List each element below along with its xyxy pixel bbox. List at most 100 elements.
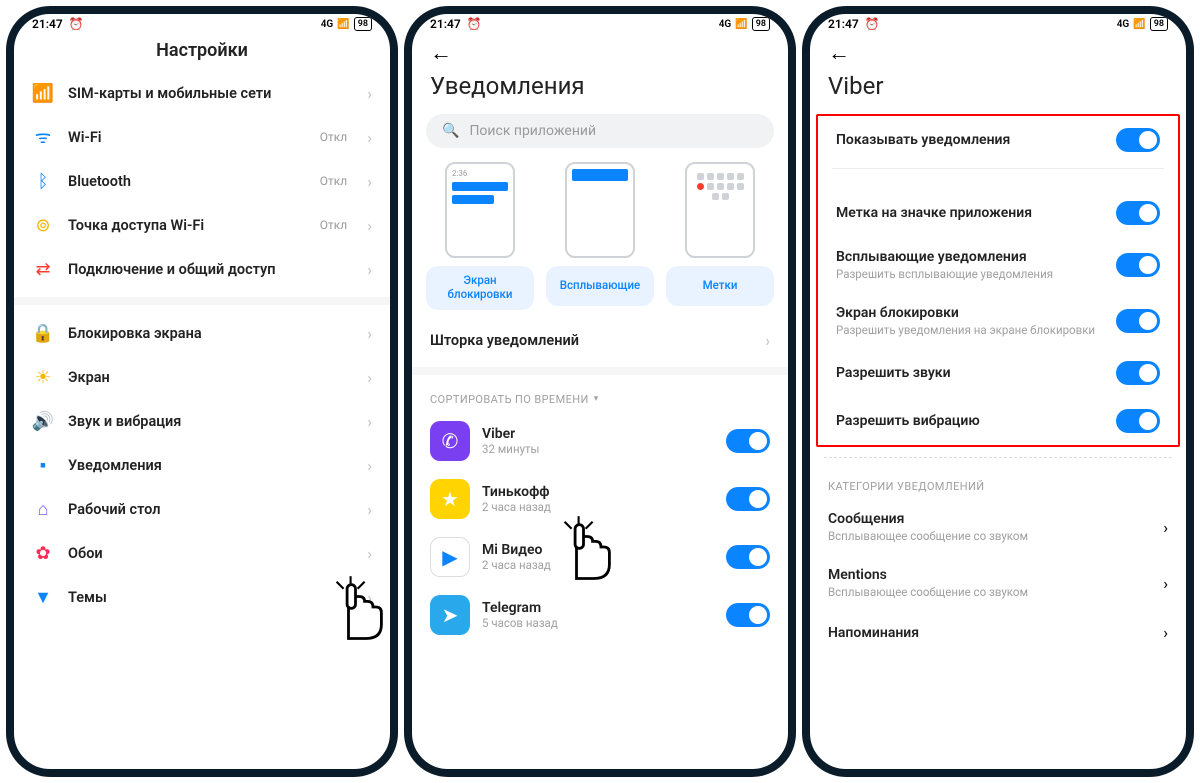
settings-row[interactable]: ✿Обои› <box>14 531 390 575</box>
settings-row[interactable]: ☀ Экран › <box>14 355 390 399</box>
toggle-switch[interactable] <box>1116 201 1160 225</box>
toggle-switch[interactable] <box>726 429 770 453</box>
row-icon: ▼ <box>32 586 54 608</box>
preview-floating[interactable]: Всплывающие <box>546 162 654 310</box>
row-label: Обои <box>68 545 353 562</box>
highlighted-region: Показывать уведомления Метка на значке пр… <box>816 114 1180 447</box>
back-button[interactable]: ← <box>430 41 452 66</box>
setting-row[interactable]: Всплывающие уведомленияРазрешить всплыва… <box>818 237 1178 293</box>
settings-row[interactable]: ⌂Рабочий стол› <box>14 487 390 531</box>
row-icon: ☀ <box>32 366 54 388</box>
toggle-switch[interactable] <box>726 487 770 511</box>
app-row[interactable]: ★Тинькофф2 часа назад <box>412 470 788 528</box>
row-label: Экран <box>68 369 353 386</box>
app-row[interactable]: ▶ Mi Видео2 часа назад <box>412 528 788 586</box>
alarm-icon: ⏰ <box>69 17 84 31</box>
settings-row[interactable]: 🔒Блокировка экрана› <box>14 311 390 355</box>
app-name: Mi Видео <box>482 542 714 558</box>
toggle-switch[interactable] <box>1116 253 1160 277</box>
settings-row[interactable]: ᛒBluetoothОткл› <box>14 159 390 203</box>
row-icon: ᛒ <box>32 170 54 192</box>
row-label: Рабочий стол <box>68 501 353 518</box>
toggle-switch[interactable] <box>1116 361 1160 385</box>
category-title: Напоминания <box>828 625 1151 641</box>
settings-row[interactable]: ▪Уведомления› <box>14 443 390 487</box>
chevron-right-icon: › <box>367 216 372 235</box>
toggle-switch[interactable] <box>1116 309 1160 333</box>
setting-row[interactable]: Экран блокировкиРазрешить уведомления на… <box>818 293 1178 349</box>
category-subtitle: Всплывающее сообщение со звуком <box>828 585 1151 599</box>
status-time: 21:47 <box>430 17 461 31</box>
status-bar: 21:47 ⏰ 4G 📶 98 <box>14 14 390 32</box>
chevron-right-icon: › <box>367 588 372 607</box>
row-icon: ⇄ <box>32 258 54 280</box>
page-title: Настройки <box>14 32 390 71</box>
row-meta: Откл <box>320 130 347 144</box>
settings-list: 📶SIM-карты и мобильные сети›ᯤWi-FiОткл› ᛒ… <box>14 71 390 619</box>
row-icon: 📶 <box>32 82 54 104</box>
category-row[interactable]: СообщенияВсплывающее сообщение со звуком… <box>810 499 1186 555</box>
app-subtitle: 2 часа назад <box>482 500 714 514</box>
row-label: Звук и вибрация <box>68 413 353 430</box>
row-label: Темы <box>68 589 353 606</box>
chevron-right-icon: › <box>1163 518 1168 537</box>
chevron-right-icon: › <box>1163 623 1168 642</box>
setting-row[interactable]: Разрешить вибрацию <box>818 397 1178 445</box>
toggle-switch[interactable] <box>726 603 770 627</box>
sort-label[interactable]: СОРТИРОВАТЬ ПО ВРЕМЕНИ <box>412 381 788 412</box>
status-bar: 21:47 ⏰ 4G 📶 98 <box>810 14 1186 32</box>
settings-row[interactable]: 🔊Звук и вибрация› <box>14 399 390 443</box>
setting-row[interactable]: Разрешить звуки <box>818 349 1178 397</box>
divider <box>832 168 1164 169</box>
status-time: 21:47 <box>32 17 63 31</box>
signal-icon: 4G <box>719 19 732 30</box>
notification-shade-row[interactable]: Шторка уведомлений › <box>412 320 788 361</box>
battery-icon: 98 <box>354 17 372 31</box>
setting-row[interactable]: Показывать уведомления <box>818 116 1178 164</box>
chevron-right-icon: › <box>367 324 372 343</box>
chevron-right-icon: › <box>367 368 372 387</box>
chevron-right-icon: › <box>367 456 372 475</box>
app-subtitle: 2 часа назад <box>482 558 714 572</box>
settings-row[interactable]: ᯤWi-FiОткл› <box>14 115 390 159</box>
setting-title: Разрешить вибрацию <box>836 413 1104 429</box>
phone-viber-settings: 21:47 ⏰ 4G 📶 98 ← Viber Показывать уведо… <box>802 6 1194 777</box>
settings-row[interactable]: ▼ Темы › <box>14 575 390 619</box>
toggle-switch[interactable] <box>1116 409 1160 433</box>
page-title: Viber <box>810 66 1186 114</box>
app-row[interactable]: ✆Viber32 минуты <box>412 412 788 470</box>
category-row[interactable]: Напоминания › <box>810 611 1186 654</box>
setting-row[interactable]: Метка на значке приложения <box>818 189 1178 237</box>
category-row[interactable]: Mentions Всплывающее сообщение со звуком › <box>810 555 1186 611</box>
toggle-switch[interactable] <box>1116 128 1160 152</box>
status-bar: 21:47 ⏰ 4G 📶 98 <box>412 14 788 32</box>
settings-row[interactable]: 📶SIM-карты и мобильные сети› <box>14 71 390 115</box>
category-title: Mentions <box>828 567 1151 583</box>
row-label: Bluetooth <box>68 173 306 190</box>
chevron-right-icon: › <box>367 172 372 191</box>
setting-title: Показывать уведомления <box>836 132 1104 148</box>
toggle-switch[interactable] <box>726 545 770 569</box>
preview-lockscreen[interactable]: 2:36 Экран блокировки <box>426 162 534 310</box>
app-icon: ✆ <box>430 421 470 461</box>
settings-row[interactable]: ⇄Подключение и общий доступ› <box>14 247 390 291</box>
setting-title: Экран блокировки <box>836 305 1104 321</box>
app-name: Telegram <box>482 600 714 616</box>
app-row[interactable]: ➤Telegram5 часов назад <box>412 586 788 644</box>
battery-icon: 98 <box>1150 17 1168 31</box>
preview-badges[interactable]: Метки <box>666 162 774 310</box>
chevron-right-icon: › <box>1163 574 1168 593</box>
signal-bars-icon: 📶 <box>337 19 349 30</box>
row-icon: ⌂ <box>32 498 54 520</box>
signal-bars-icon: 📶 <box>735 19 747 30</box>
alarm-icon: ⏰ <box>865 17 880 31</box>
signal-icon: 4G <box>321 19 334 30</box>
settings-row[interactable]: ⊚Точка доступа Wi-FiОткл› <box>14 203 390 247</box>
app-icon: ★ <box>430 479 470 519</box>
app-icon: ▶ <box>430 537 470 577</box>
back-button[interactable]: ← <box>828 41 850 66</box>
divider <box>824 457 1172 458</box>
row-label: Блокировка экрана <box>68 325 353 342</box>
search-input[interactable]: 🔍 Поиск приложений <box>426 114 774 148</box>
divider <box>412 367 788 375</box>
